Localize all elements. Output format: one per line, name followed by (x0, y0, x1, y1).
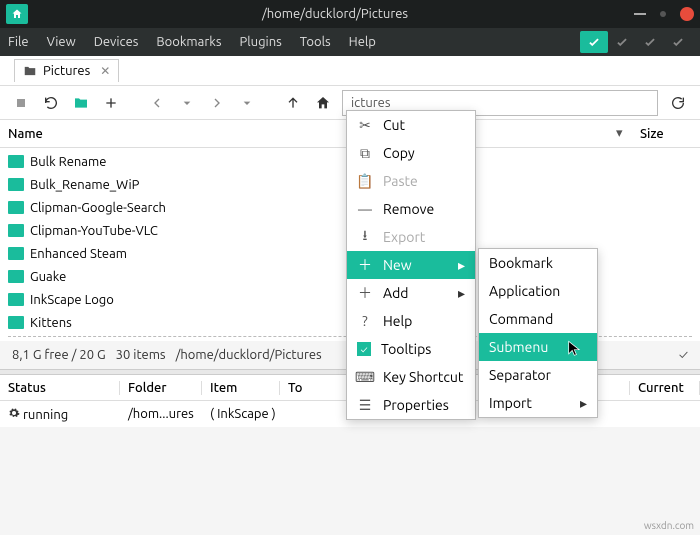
chevron-right-icon: ▸ (458, 285, 465, 302)
col-name[interactable]: Name (0, 127, 616, 141)
ctx-new[interactable]: ＋New▸ (347, 251, 475, 279)
file-label: Clipman-YouTube-VLC (30, 224, 158, 238)
home-button[interactable] (312, 92, 334, 114)
gear-icon (8, 407, 20, 419)
menu-view[interactable]: View (47, 35, 76, 49)
toolbar-check-1[interactable] (580, 31, 608, 53)
new-button[interactable] (100, 92, 122, 114)
copy-icon: ⧉ (357, 145, 373, 162)
keyboard-icon: ⌨ (357, 369, 373, 386)
menu-file[interactable]: File (8, 35, 29, 49)
folder-icon (8, 316, 24, 329)
menu-plugins[interactable]: Plugins (239, 35, 281, 49)
tab-label: Pictures (43, 64, 90, 78)
item-count: 30 items (116, 348, 166, 362)
close-icon[interactable] (680, 7, 694, 21)
minimize-icon[interactable] (634, 13, 646, 15)
ctx-properties[interactable]: ☰Properties (347, 391, 475, 419)
context-submenu: Bookmark Application Command Submenu Sep… (478, 248, 598, 418)
maximize-icon[interactable] (660, 11, 666, 17)
refresh-button[interactable] (666, 92, 690, 114)
watermark: wsxdn.com (644, 520, 694, 531)
col-status[interactable]: Status (0, 381, 120, 395)
ctx-copy[interactable]: ⧉Copy (347, 139, 475, 167)
file-label: InkScape Logo (30, 293, 114, 307)
tab-bar: Pictures ✕ (0, 56, 700, 86)
folder-icon (8, 224, 24, 237)
ctx-keyshortcut[interactable]: ⌨Key Shortcut (347, 363, 475, 391)
free-space: 8,1 G free / 20 G (12, 348, 106, 362)
plus-icon: ＋ (357, 283, 373, 303)
stop-button[interactable] (10, 92, 32, 114)
file-label: Bulk_Rename_WiP (30, 178, 139, 192)
status-check-icon[interactable]: ✓ (679, 348, 688, 362)
back-menu[interactable] (176, 92, 198, 114)
titlebar: /home/ducklord/Pictures (0, 0, 700, 28)
export-icon: ⭳ (357, 225, 373, 249)
ctx-add[interactable]: ＋Add▸ (347, 279, 475, 307)
sub-bookmark[interactable]: Bookmark (479, 249, 597, 277)
tab-pictures[interactable]: Pictures ✕ (14, 59, 119, 82)
window-title: /home/ducklord/Pictures (36, 7, 634, 21)
menubar: File View Devices Bookmarks Plugins Tool… (0, 28, 700, 56)
cut-icon: ✂ (357, 117, 373, 134)
ctx-export: ⭳Export (347, 223, 475, 251)
folder-icon (8, 178, 24, 191)
menu-help[interactable]: Help (349, 35, 376, 49)
checkbox-icon: ✓ (357, 342, 371, 356)
chevron-right-icon: ▸ (458, 257, 465, 274)
properties-icon: ☰ (357, 397, 373, 414)
sub-command[interactable]: Command (479, 305, 597, 333)
forward-button[interactable] (206, 92, 228, 114)
col-item[interactable]: Item (202, 381, 280, 395)
sub-application[interactable]: Application (479, 277, 597, 305)
folder-icon (8, 155, 24, 168)
context-menu: ✂Cut ⧉Copy 📋Paste —Remove ⭳Export ＋New▸ … (346, 110, 476, 420)
folder-icon (8, 293, 24, 306)
tab-close-icon[interactable]: ✕ (100, 64, 110, 78)
file-label: Bulk Rename (30, 155, 106, 169)
up-button[interactable] (282, 92, 304, 114)
sub-import[interactable]: Import▸ (479, 389, 597, 417)
ctx-remove[interactable]: —Remove (347, 195, 475, 223)
row-status: running (23, 408, 68, 422)
col-folder[interactable]: Folder (120, 381, 202, 395)
file-label: Kittens (30, 316, 72, 330)
forward-menu[interactable] (236, 92, 258, 114)
folder-icon (8, 201, 24, 214)
help-icon: ? (357, 313, 373, 329)
ctx-help[interactable]: ?Help (347, 307, 475, 335)
toolbar-check-4[interactable] (664, 31, 692, 53)
file-label: Guake (30, 270, 66, 284)
paste-icon: 📋 (357, 173, 373, 190)
sub-separator[interactable]: Separator (479, 361, 597, 389)
remove-icon: — (357, 201, 373, 217)
row-item: ( InkScape ) (202, 407, 280, 421)
file-label: Clipman-Google-Search (30, 201, 166, 215)
folder-icon (8, 247, 24, 260)
folder-icon (8, 270, 24, 283)
col-size[interactable]: Size (640, 127, 700, 141)
toolbar-check-2[interactable] (608, 31, 636, 53)
ctx-paste: 📋Paste (347, 167, 475, 195)
menu-devices[interactable]: Devices (94, 35, 139, 49)
app-icon[interactable] (6, 4, 28, 24)
back-button[interactable] (146, 92, 168, 114)
col-current[interactable]: Current (630, 381, 700, 395)
menu-bookmarks[interactable]: Bookmarks (156, 35, 221, 49)
toolbar-check-3[interactable] (636, 31, 664, 53)
file-label: Enhanced Steam (30, 247, 127, 261)
reload-button[interactable] (40, 92, 62, 114)
sort-icon[interactable]: ▾ (616, 126, 640, 141)
ctx-cut[interactable]: ✂Cut (347, 111, 475, 139)
plus-icon: ＋ (357, 255, 373, 275)
chevron-right-icon: ▸ (580, 395, 587, 412)
row-folder: /hom...ures (120, 407, 202, 421)
menu-tools[interactable]: Tools (300, 35, 331, 49)
ctx-tooltips[interactable]: ✓Tooltips (347, 335, 475, 363)
status-path: /home/ducklord/Pictures (176, 348, 322, 362)
open-folder-button[interactable] (70, 92, 92, 114)
mouse-cursor (568, 340, 582, 358)
